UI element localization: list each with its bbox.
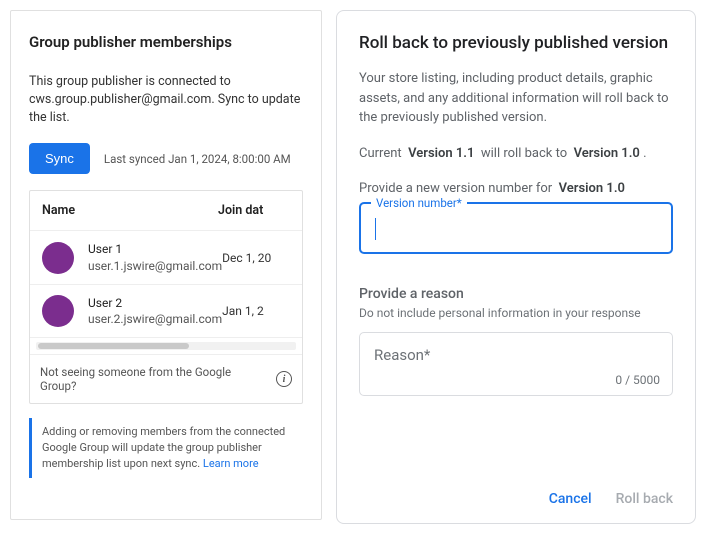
provide-version-label: Provide a new version number for Version… (359, 181, 673, 196)
user-info: User 2 user.2.jswire@gmail.com (88, 295, 222, 327)
provide-version-version: Version 1.0 (559, 181, 625, 196)
user-email: user.2.jswire@gmail.com (88, 311, 222, 327)
learn-more-link[interactable]: Learn more (203, 457, 259, 470)
reason-subtext: Do not include personal information in y… (359, 306, 673, 320)
will-roll-back-text: will roll back to (481, 146, 567, 161)
current-version: Version 1.1 (408, 146, 474, 161)
panel-description: This group publisher is connected to cws… (29, 73, 303, 127)
table-row: User 1 user.1.jswire@gmail.com Dec 1, 20 (30, 230, 302, 283)
dialog-actions: Cancel Roll back (549, 491, 673, 507)
members-table: Name Join dat User 1 user.1.jswire@gmail… (29, 190, 303, 404)
avatar (42, 242, 74, 274)
reason-placeholder: Reason* (374, 346, 430, 364)
reason-field[interactable]: Reason* 0 / 5000 (359, 332, 673, 396)
rollback-summary: Current Version 1.1 will roll back to Ve… (359, 146, 673, 161)
join-date: Jan 1, 2 (222, 304, 264, 318)
rollback-button[interactable]: Roll back (616, 491, 673, 507)
panel-title: Group publisher memberships (29, 33, 303, 51)
rollback-dialog: Roll back to previously published versio… (336, 10, 696, 524)
current-label: Current (359, 146, 402, 161)
join-date: Dec 1, 20 (222, 251, 271, 265)
footer-note: Adding or removing members from the conn… (29, 418, 303, 478)
version-number-field[interactable]: Version number* (359, 202, 673, 254)
column-join-date: Join dat (218, 203, 292, 218)
text-caret (375, 218, 376, 240)
dialog-title: Roll back to previously published versio… (359, 33, 673, 53)
user-name: User 1 (88, 241, 222, 257)
group-publisher-panel: Group publisher memberships This group p… (10, 10, 322, 520)
user-name: User 2 (88, 295, 222, 311)
sync-button[interactable]: Sync (29, 143, 90, 174)
reason-heading: Provide a reason (359, 286, 673, 302)
target-version: Version 1.0 (574, 146, 640, 161)
version-number-label: Version number* (371, 196, 467, 210)
horizontal-scrollbar[interactable] (30, 337, 302, 354)
avatar (42, 295, 74, 327)
sync-row: Sync Last synced Jan 1, 2024, 8:00:00 AM (29, 143, 303, 174)
version-number-input[interactable] (361, 204, 671, 252)
table-header: Name Join dat (30, 191, 302, 230)
column-name: Name (42, 203, 218, 218)
not-seeing-row: Not seeing someone from the Google Group… (30, 354, 302, 403)
last-synced-text: Last synced Jan 1, 2024, 8:00:00 AM (104, 152, 291, 166)
not-seeing-text: Not seeing someone from the Google Group… (40, 365, 270, 393)
dialog-description: Your store listing, including product de… (359, 69, 673, 128)
cancel-button[interactable]: Cancel (549, 491, 592, 507)
reason-counter: 0 / 5000 (615, 373, 660, 387)
user-info: User 1 user.1.jswire@gmail.com (88, 241, 222, 273)
info-icon[interactable]: i (276, 371, 292, 387)
table-row: User 2 user.2.jswire@gmail.com Jan 1, 2 (30, 284, 302, 337)
user-email: user.1.jswire@gmail.com (88, 258, 222, 274)
